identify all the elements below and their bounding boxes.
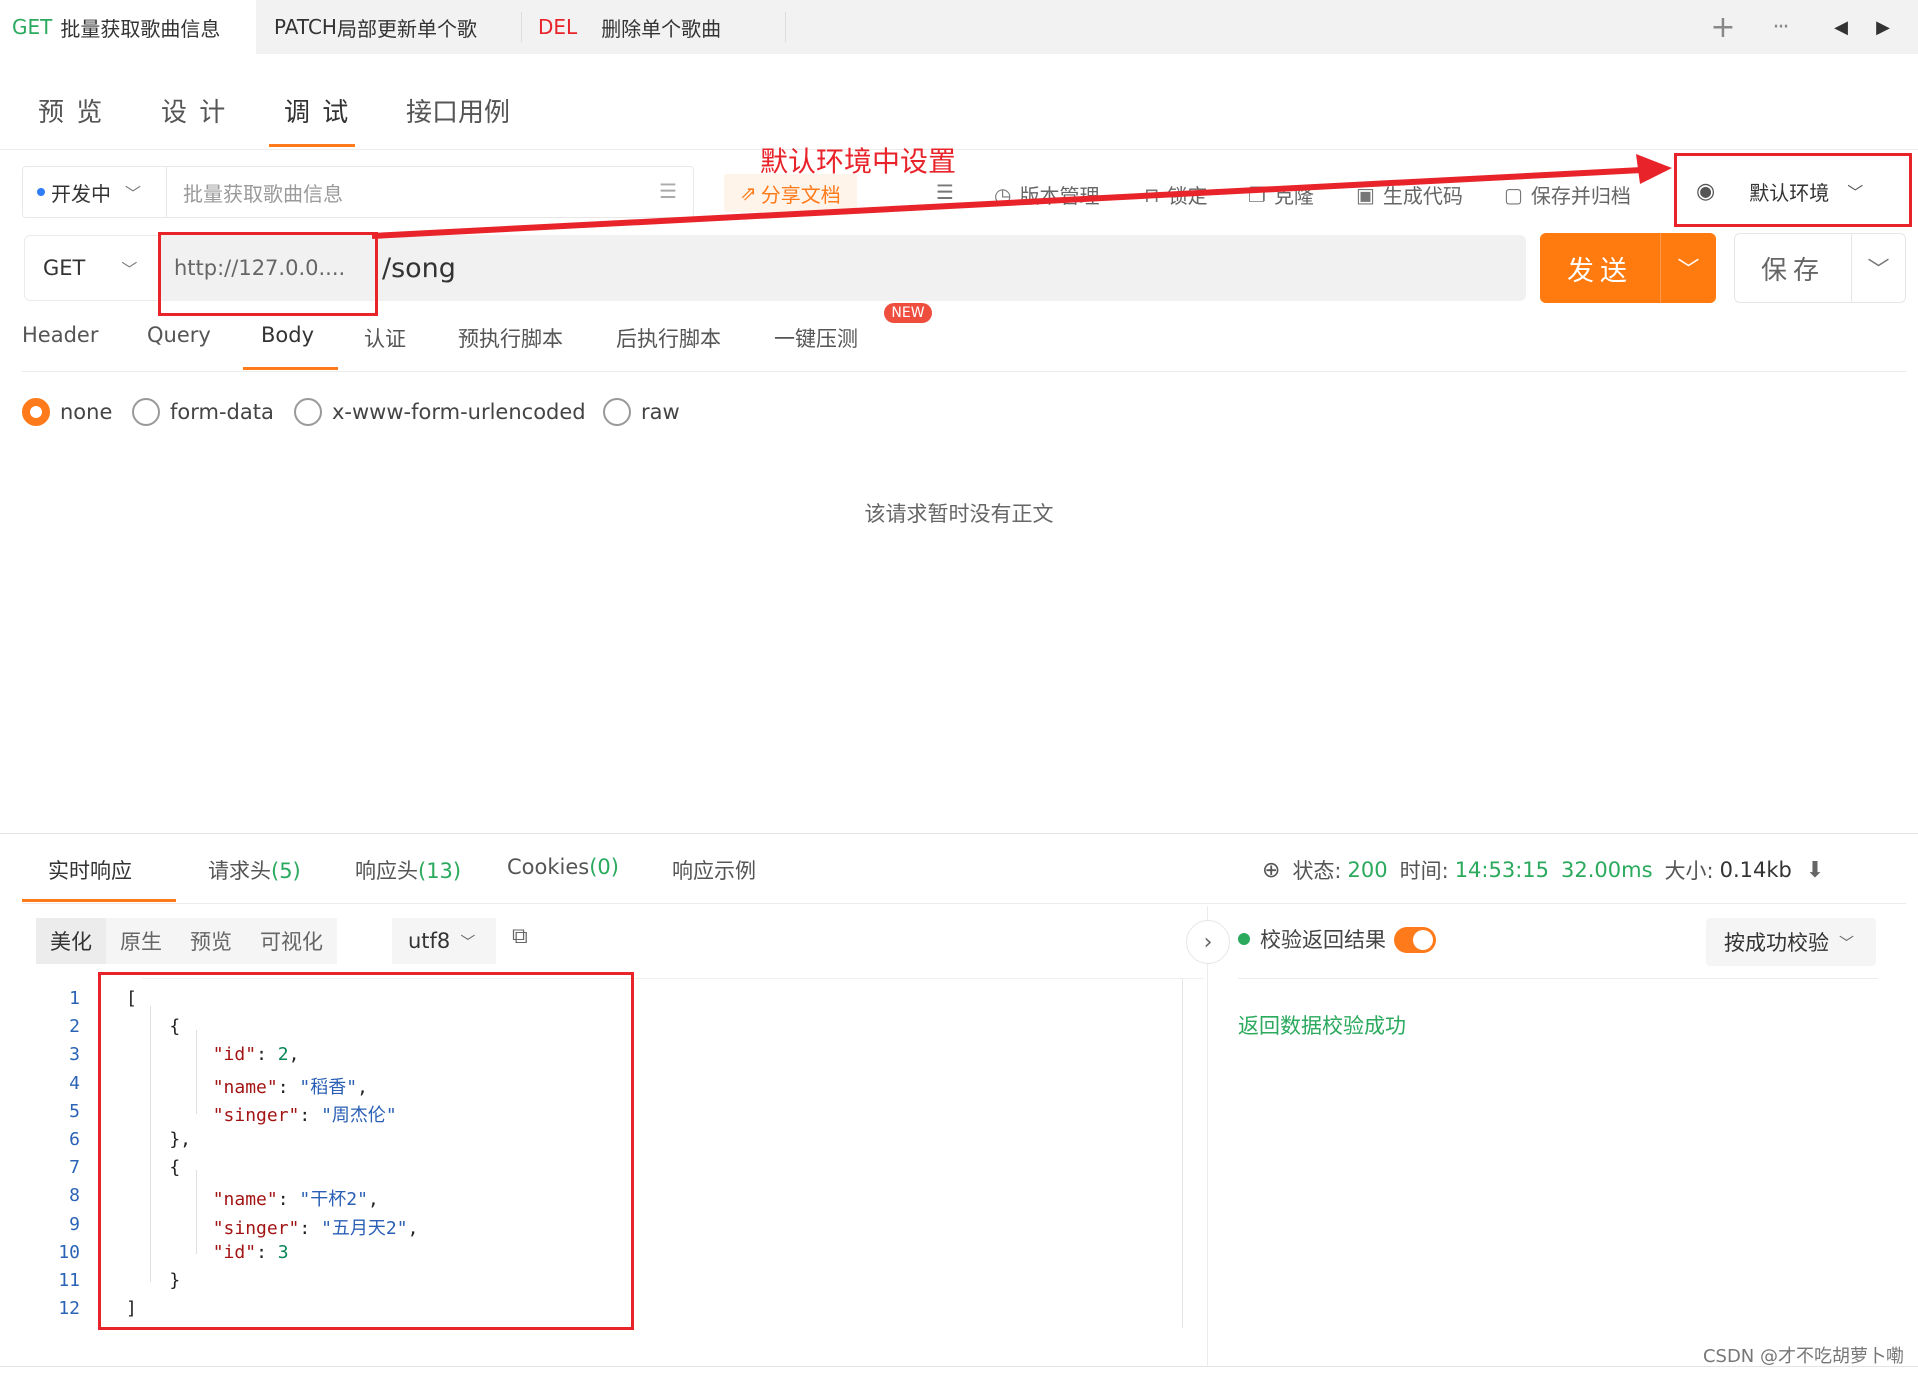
annotation-arrow xyxy=(371,154,1672,239)
